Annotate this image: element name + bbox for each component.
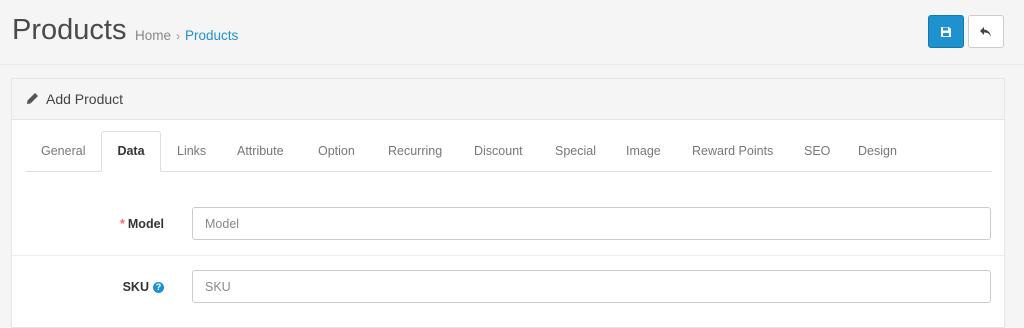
tab-seo[interactable]: SEO — [804, 131, 830, 171]
tab-links[interactable]: Links — [177, 131, 206, 171]
model-input[interactable] — [192, 207, 991, 240]
tab-general[interactable]: General — [41, 131, 85, 171]
tab-special[interactable]: Special — [555, 131, 596, 171]
back-button[interactable] — [968, 15, 1004, 48]
reply-icon — [980, 26, 991, 37]
sku-input[interactable] — [192, 270, 991, 303]
panel-title: Add Product — [46, 91, 124, 107]
required-marker: * — [120, 217, 125, 231]
tab-reward-points[interactable]: Reward Points — [692, 131, 773, 171]
help-icon[interactable]: ? — [153, 282, 164, 293]
tab-option[interactable]: Option — [318, 131, 355, 171]
tab-bar: General Data Links Attribute Option Recu… — [26, 131, 992, 172]
panel-heading: Add Product — [12, 79, 1004, 120]
tab-image[interactable]: Image — [626, 131, 661, 171]
breadcrumb-home[interactable]: Home — [135, 28, 171, 43]
breadcrumb-products[interactable]: Products — [185, 28, 238, 43]
tab-data[interactable]: Data — [101, 131, 161, 172]
breadcrumb: Home › Products — [135, 28, 238, 43]
sku-label: SKU? — [123, 280, 164, 294]
tab-attribute[interactable]: Attribute — [237, 131, 284, 171]
form-row-sku: SKU? — [12, 255, 1004, 318]
tab-design[interactable]: Design — [858, 131, 897, 171]
page-title: Products — [12, 14, 127, 46]
save-icon — [941, 26, 951, 37]
breadcrumb-separator: › — [176, 29, 181, 43]
form-row-model: * Model — [12, 193, 1004, 255]
tab-discount[interactable]: Discount — [474, 131, 523, 171]
page-header: Products Home › Products — [0, 0, 1024, 65]
tab-recurring[interactable]: Recurring — [388, 131, 442, 171]
add-product-panel: Add Product General Data Links Attribute… — [11, 78, 1005, 328]
save-button[interactable] — [928, 15, 964, 48]
model-label: * Model — [120, 217, 164, 231]
pencil-icon — [27, 93, 38, 104]
